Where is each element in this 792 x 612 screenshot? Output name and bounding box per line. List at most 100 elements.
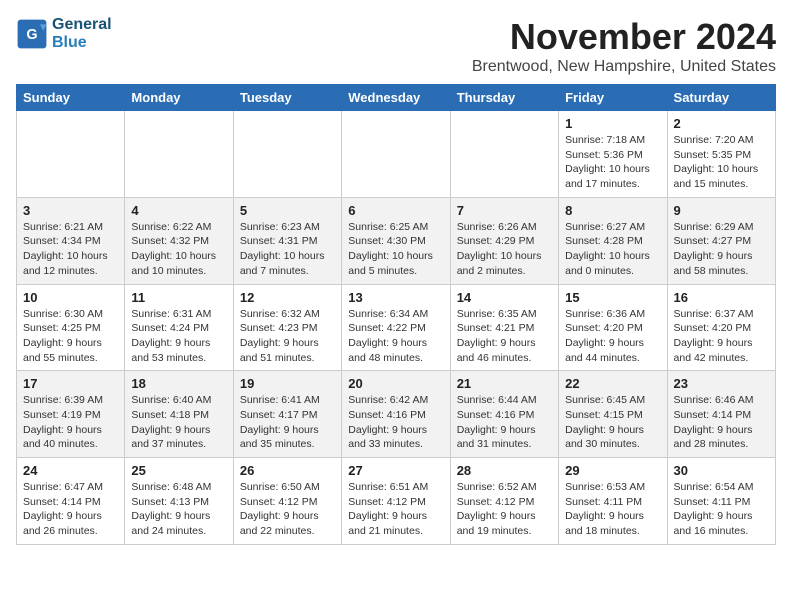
day-info: Sunrise: 6:45 AM Sunset: 4:15 PM Dayligh… <box>565 393 660 452</box>
calendar-cell: 23Sunrise: 6:46 AM Sunset: 4:14 PM Dayli… <box>667 371 775 458</box>
calendar-cell: 6 Sunrise: 6:25 AM Sunset: 4:30 PM Daylig… <box>342 197 450 284</box>
calendar-cell: 2 Sunrise: 7:20 AM Sunset: 5:35 PM Daylig… <box>667 111 775 198</box>
top-bar: G General Blue November 2024 Brentwood, … <box>16 16 776 78</box>
calendar-cell: 17 Sunrise: 6:39 AM Sunset: 4:19 PM Dayli… <box>17 371 125 458</box>
calendar-cell: 18 Sunrise: 6:40 AM Sunset: 4:18 PM Dayli… <box>125 371 233 458</box>
day-number: 15 <box>565 290 660 305</box>
day-number: 9 <box>674 203 769 218</box>
day-number: 10 <box>23 290 118 305</box>
day-info: Sunrise: 6:39 AM Sunset: 4:19 PM Dayligh… <box>23 393 118 452</box>
header-day-friday: Friday <box>559 85 667 111</box>
day-number: 21 <box>457 376 552 391</box>
day-info: Sunrise: 6:34 AM Sunset: 4:22 PM Dayligh… <box>348 307 443 366</box>
day-number: 22 <box>565 376 660 391</box>
header-day-wednesday: Wednesday <box>342 85 450 111</box>
day-number: 7 <box>457 203 552 218</box>
day-info: Sunrise: 6:52 AM Sunset: 4:12 PM Dayligh… <box>457 480 552 539</box>
day-number: 12 <box>240 290 335 305</box>
month-title: November 2024 <box>472 16 776 58</box>
header-day-monday: Monday <box>125 85 233 111</box>
day-number: 30 <box>674 463 769 478</box>
calendar-cell: 10Sunrise: 6:30 AM Sunset: 4:25 PM Dayli… <box>17 284 125 371</box>
week-row-3: 17 Sunrise: 6:39 AM Sunset: 4:19 PM Dayli… <box>17 371 776 458</box>
day-number: 29 <box>565 463 660 478</box>
title-block: November 2024 Brentwood, New Hampshire, … <box>472 16 776 76</box>
day-info: Sunrise: 6:46 AM Sunset: 4:14 PM Dayligh… <box>674 393 769 452</box>
day-info: Sunrise: 6:31 AM Sunset: 4:24 PM Dayligh… <box>131 307 226 366</box>
day-info: Sunrise: 6:42 AM Sunset: 4:16 PM Dayligh… <box>348 393 443 452</box>
calendar-cell: 12 Sunrise: 6:32 AM Sunset: 4:23 PM Dayli… <box>233 284 341 371</box>
header-day-saturday: Saturday <box>667 85 775 111</box>
header-row: SundayMondayTuesdayWednesdayThursdayFrid… <box>17 85 776 111</box>
calendar-cell: 1Sunrise: 7:18 AM Sunset: 5:36 PM Daylig… <box>559 111 667 198</box>
day-number: 14 <box>457 290 552 305</box>
svg-text:G: G <box>26 27 37 43</box>
day-info: Sunrise: 6:32 AM Sunset: 4:23 PM Dayligh… <box>240 307 335 366</box>
day-info: Sunrise: 6:27 AM Sunset: 4:28 PM Dayligh… <box>565 220 660 279</box>
day-number: 17 <box>23 376 118 391</box>
calendar-cell: 8 Sunrise: 6:27 AM Sunset: 4:28 PM Daylig… <box>559 197 667 284</box>
day-info: Sunrise: 6:29 AM Sunset: 4:27 PM Dayligh… <box>674 220 769 279</box>
calendar-cell: 14 Sunrise: 6:35 AM Sunset: 4:21 PM Dayli… <box>450 284 558 371</box>
day-number: 18 <box>131 376 226 391</box>
day-info: Sunrise: 6:41 AM Sunset: 4:17 PM Dayligh… <box>240 393 335 452</box>
day-number: 2 <box>674 116 769 131</box>
day-info: Sunrise: 6:26 AM Sunset: 4:29 PM Dayligh… <box>457 220 552 279</box>
calendar-cell: 9 Sunrise: 6:29 AM Sunset: 4:27 PM Daylig… <box>667 197 775 284</box>
day-number: 1 <box>565 116 660 131</box>
calendar-cell: 16 Sunrise: 6:37 AM Sunset: 4:20 PM Dayli… <box>667 284 775 371</box>
calendar-cell: 28 Sunrise: 6:52 AM Sunset: 4:12 PM Dayli… <box>450 458 558 545</box>
week-row-1: 3 Sunrise: 6:21 AM Sunset: 4:34 PM Daylig… <box>17 197 776 284</box>
calendar-cell <box>233 111 341 198</box>
day-info: Sunrise: 6:50 AM Sunset: 4:12 PM Dayligh… <box>240 480 335 539</box>
day-number: 26 <box>240 463 335 478</box>
day-info: Sunrise: 6:54 AM Sunset: 4:11 PM Dayligh… <box>674 480 769 539</box>
week-row-0: 1Sunrise: 7:18 AM Sunset: 5:36 PM Daylig… <box>17 111 776 198</box>
day-info: Sunrise: 6:44 AM Sunset: 4:16 PM Dayligh… <box>457 393 552 452</box>
week-row-4: 24Sunrise: 6:47 AM Sunset: 4:14 PM Dayli… <box>17 458 776 545</box>
calendar-cell: 13 Sunrise: 6:34 AM Sunset: 4:22 PM Dayli… <box>342 284 450 371</box>
day-info: Sunrise: 6:23 AM Sunset: 4:31 PM Dayligh… <box>240 220 335 279</box>
calendar-cell <box>125 111 233 198</box>
day-number: 3 <box>23 203 118 218</box>
day-number: 19 <box>240 376 335 391</box>
calendar-cell: 7 Sunrise: 6:26 AM Sunset: 4:29 PM Daylig… <box>450 197 558 284</box>
day-info: Sunrise: 6:36 AM Sunset: 4:20 PM Dayligh… <box>565 307 660 366</box>
calendar-cell <box>342 111 450 198</box>
day-number: 13 <box>348 290 443 305</box>
calendar-cell: 20Sunrise: 6:42 AM Sunset: 4:16 PM Dayli… <box>342 371 450 458</box>
day-number: 16 <box>674 290 769 305</box>
day-info: Sunrise: 6:48 AM Sunset: 4:13 PM Dayligh… <box>131 480 226 539</box>
calendar-cell: 19 Sunrise: 6:41 AM Sunset: 4:17 PM Dayli… <box>233 371 341 458</box>
day-info: Sunrise: 6:35 AM Sunset: 4:21 PM Dayligh… <box>457 307 552 366</box>
day-number: 28 <box>457 463 552 478</box>
day-info: Sunrise: 6:53 AM Sunset: 4:11 PM Dayligh… <box>565 480 660 539</box>
day-number: 27 <box>348 463 443 478</box>
day-info: Sunrise: 6:37 AM Sunset: 4:20 PM Dayligh… <box>674 307 769 366</box>
calendar-cell <box>17 111 125 198</box>
day-number: 8 <box>565 203 660 218</box>
day-info: Sunrise: 6:21 AM Sunset: 4:34 PM Dayligh… <box>23 220 118 279</box>
calendar-cell: 5 Sunrise: 6:23 AM Sunset: 4:31 PM Daylig… <box>233 197 341 284</box>
calendar-table: SundayMondayTuesdayWednesdayThursdayFrid… <box>16 84 776 545</box>
day-info: Sunrise: 6:25 AM Sunset: 4:30 PM Dayligh… <box>348 220 443 279</box>
day-number: 6 <box>348 203 443 218</box>
calendar-cell: 30 Sunrise: 6:54 AM Sunset: 4:11 PM Dayli… <box>667 458 775 545</box>
day-info: Sunrise: 7:20 AM Sunset: 5:35 PM Dayligh… <box>674 133 769 192</box>
calendar-cell: 11 Sunrise: 6:31 AM Sunset: 4:24 PM Dayli… <box>125 284 233 371</box>
logo: G General Blue <box>16 16 112 52</box>
logo-text: General Blue <box>52 16 112 52</box>
day-number: 11 <box>131 290 226 305</box>
calendar-header: SundayMondayTuesdayWednesdayThursdayFrid… <box>17 85 776 111</box>
day-info: Sunrise: 6:22 AM Sunset: 4:32 PM Dayligh… <box>131 220 226 279</box>
general-blue-icon: G <box>16 18 48 50</box>
day-info: Sunrise: 6:40 AM Sunset: 4:18 PM Dayligh… <box>131 393 226 452</box>
calendar-cell: 21 Sunrise: 6:44 AM Sunset: 4:16 PM Dayli… <box>450 371 558 458</box>
header-day-thursday: Thursday <box>450 85 558 111</box>
calendar-cell: 3 Sunrise: 6:21 AM Sunset: 4:34 PM Daylig… <box>17 197 125 284</box>
calendar-cell: 25 Sunrise: 6:48 AM Sunset: 4:13 PM Dayli… <box>125 458 233 545</box>
day-number: 5 <box>240 203 335 218</box>
calendar-cell: 24Sunrise: 6:47 AM Sunset: 4:14 PM Dayli… <box>17 458 125 545</box>
day-number: 25 <box>131 463 226 478</box>
calendar-cell: 15 Sunrise: 6:36 AM Sunset: 4:20 PM Dayli… <box>559 284 667 371</box>
